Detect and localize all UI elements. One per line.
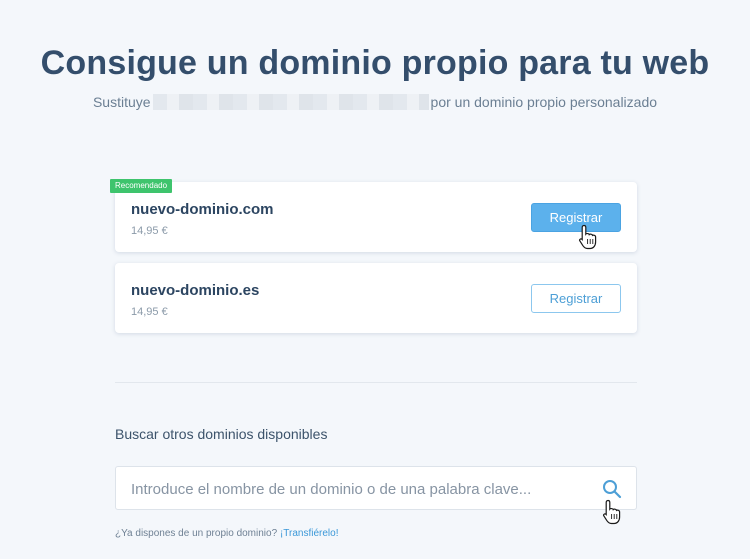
- transfer-line: ¿Ya dispones de un propio dominio? ¡Tran…: [115, 528, 338, 539]
- offer-domain-name: nuevo-dominio.com: [131, 201, 274, 218]
- transfer-question: ¿Ya dispones de un propio dominio?: [115, 528, 278, 539]
- search-box: [115, 466, 637, 511]
- page-subtitle: Sustituye por un dominio propio personal…: [0, 94, 750, 110]
- recommended-badge: Recomendado: [110, 179, 173, 193]
- subtitle-after: por un dominio propio personalizado: [430, 94, 658, 110]
- hand-pointer-icon: [578, 224, 598, 255]
- offer-card-com: Recomendado nuevo-dominio.com 14,95 € Re…: [110, 179, 637, 252]
- offer-price: 14,95 €: [131, 306, 168, 318]
- blurred-site-url: [152, 94, 429, 110]
- subtitle-before: Sustituye: [92, 94, 151, 110]
- register-button-com[interactable]: Registrar: [531, 203, 621, 232]
- section-divider: [115, 382, 637, 383]
- register-button-es[interactable]: Registrar: [531, 284, 621, 313]
- search-label: Buscar otros dominios disponibles: [115, 426, 328, 442]
- offer-card-es: nuevo-dominio.es 14,95 € Registrar: [115, 263, 637, 333]
- offer-domain-name: nuevo-dominio.es: [131, 282, 260, 299]
- offer-price: 14,95 €: [131, 225, 168, 237]
- page-title: Consigue un dominio propio para tu web: [40, 44, 710, 82]
- search-input[interactable]: [129, 467, 593, 511]
- transfer-link[interactable]: ¡Transfiérelo!: [280, 528, 339, 539]
- hand-pointer-icon: [602, 499, 622, 530]
